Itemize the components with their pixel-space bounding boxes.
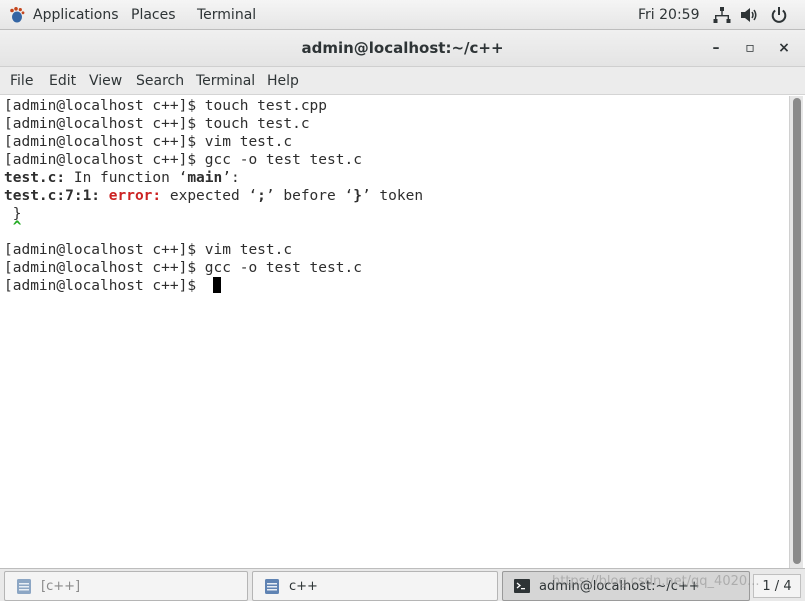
power-icon[interactable]	[770, 6, 788, 24]
terminal-app-menu[interactable]: Terminal	[197, 0, 256, 30]
terminal-scrollbar[interactable]	[789, 96, 803, 568]
text-cursor	[213, 277, 221, 293]
workspace-indicator[interactable]: 1 / 4	[753, 574, 801, 598]
task-label: c++	[289, 578, 318, 594]
terminal-line: [admin@localhost c++]$ gcc -o test test.…	[4, 260, 362, 276]
menu-edit[interactable]: Edit	[49, 67, 76, 95]
close-icon: ×	[778, 40, 790, 56]
maximize-button[interactable]: ▫	[741, 39, 759, 57]
terminal-line: [admin@localhost c++]$ vim test.c	[4, 134, 293, 150]
maximize-icon: ▫	[745, 40, 755, 56]
folder-icon	[265, 579, 279, 594]
scrollbar-thumb[interactable]	[793, 98, 801, 564]
menu-view[interactable]: View	[89, 67, 122, 95]
applications-menu[interactable]: Applications	[8, 0, 119, 30]
minimize-icon: –	[712, 40, 720, 56]
places-menu[interactable]: Places	[131, 0, 176, 30]
clock[interactable]: Fri 20:59	[638, 0, 699, 30]
watermark: https://blog.csdn.net/qq_4020...	[552, 574, 760, 589]
error-caret-line: ^	[4, 219, 22, 235]
places-label: Places	[131, 7, 176, 23]
minimize-button[interactable]: –	[707, 39, 725, 57]
folder-icon	[17, 579, 31, 594]
task-c++-folder-minimized[interactable]: [c++]	[4, 571, 248, 601]
close-button[interactable]: ×	[775, 39, 793, 57]
menubar: File Edit View Search Terminal Help	[0, 67, 805, 95]
applications-label: Applications	[33, 7, 119, 23]
terminal-line: [admin@localhost c++]$ vim test.c	[4, 242, 293, 258]
terminal-output[interactable]: [admin@localhost c++]$ touch test.cpp [a…	[2, 96, 788, 568]
window-titlebar[interactable]: admin@localhost:~/c++ – ▫ ×	[0, 30, 805, 67]
terminal-line: [admin@localhost c++]$ touch test.c	[4, 116, 310, 132]
terminal-current-prompt: [admin@localhost c++]$	[4, 278, 205, 294]
volume-icon[interactable]	[740, 6, 758, 24]
network-icon[interactable]	[713, 6, 731, 24]
menu-terminal[interactable]: Terminal	[196, 67, 255, 95]
terminal-icon	[514, 579, 530, 593]
menu-file[interactable]: File	[10, 67, 33, 95]
task-label: [c++]	[41, 578, 81, 594]
compiler-error-line: test.c:7:1: error: expected ‘;’ before ‘…	[4, 188, 424, 204]
gnome-foot-icon	[10, 7, 25, 23]
menu-help[interactable]: Help	[267, 67, 299, 95]
task-c++-folder[interactable]: c++	[252, 571, 498, 601]
window-title: admin@localhost:~/c++	[301, 39, 504, 57]
terminal-line: [admin@localhost c++]$ touch test.cpp	[4, 98, 328, 114]
menu-search[interactable]: Search	[136, 67, 184, 95]
terminal-app-label: Terminal	[197, 7, 257, 23]
top-panel: Applications Places Terminal Fri 20:59	[0, 0, 805, 30]
terminal-line: [admin@localhost c++]$ gcc -o test test.…	[4, 152, 362, 168]
compiler-diagnostic-header: test.c: In function ‘main’:	[4, 170, 240, 186]
